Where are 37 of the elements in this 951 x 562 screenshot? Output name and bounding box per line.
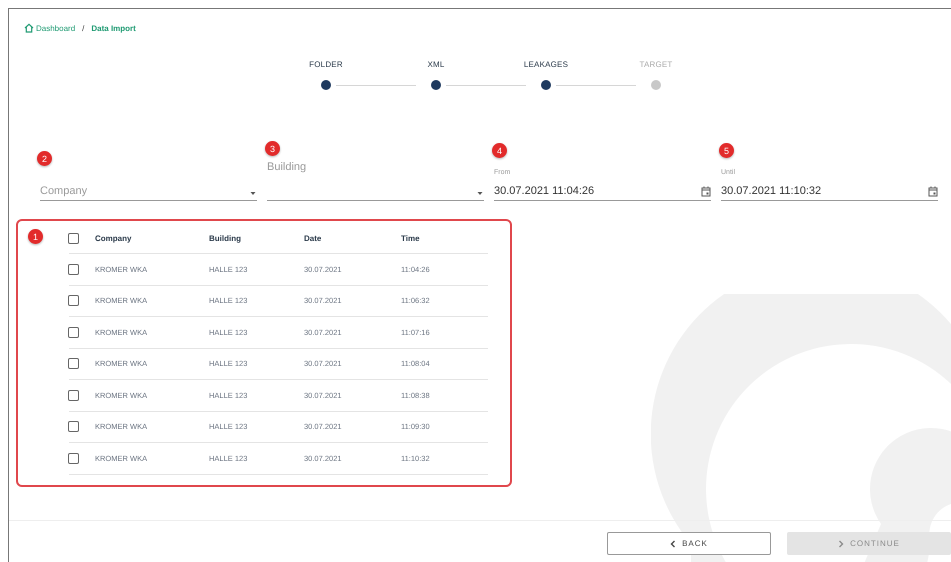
checkbox[interactable]	[68, 358, 79, 370]
breadcrumb-separator: /	[82, 24, 84, 32]
calendar-icon	[701, 186, 711, 197]
column-header: Company	[95, 234, 132, 242]
step-label: XML	[427, 60, 445, 69]
breadcrumb-link[interactable]: Dashboard	[24, 23, 76, 33]
back-button[interactable]: BACK	[607, 532, 771, 555]
chevron-left-icon	[670, 540, 676, 548]
step-label: FOLDER	[309, 60, 343, 69]
select-field[interactable]: Building	[267, 161, 484, 201]
column-header: Building	[209, 234, 242, 242]
checkbox[interactable]	[68, 264, 79, 275]
checkbox[interactable]	[68, 452, 79, 464]
callout-badge: 1	[28, 229, 43, 244]
step-label: TARGET	[639, 60, 673, 69]
field-value: 30.07.2021 11:10:32	[721, 185, 822, 197]
column-header: Date	[304, 234, 322, 242]
checkbox[interactable]	[68, 326, 79, 338]
callout-badge: 4	[492, 143, 507, 158]
caret-icon	[476, 189, 484, 197]
checkbox[interactable]	[68, 295, 79, 306]
callout-badge: 5	[719, 143, 734, 158]
field-placeholder: Company	[40, 185, 88, 197]
callout-badge: 2	[37, 151, 52, 166]
column-header: Time	[401, 234, 421, 242]
field-value: 30.07.2021 11:04:26	[494, 185, 596, 197]
step-label: LEAKAGES	[524, 60, 568, 69]
chevron-right-icon	[838, 540, 844, 548]
checkbox[interactable]	[68, 232, 79, 244]
callout-badge: 3	[265, 141, 280, 156]
home-icon	[24, 23, 34, 33]
field-label: Building	[267, 161, 306, 173]
calendar-icon	[928, 186, 938, 197]
checkbox[interactable]	[68, 390, 79, 401]
breadcrumb-current: Data Import	[91, 24, 136, 32]
checkbox[interactable]	[68, 421, 79, 432]
caret-icon	[249, 189, 257, 197]
